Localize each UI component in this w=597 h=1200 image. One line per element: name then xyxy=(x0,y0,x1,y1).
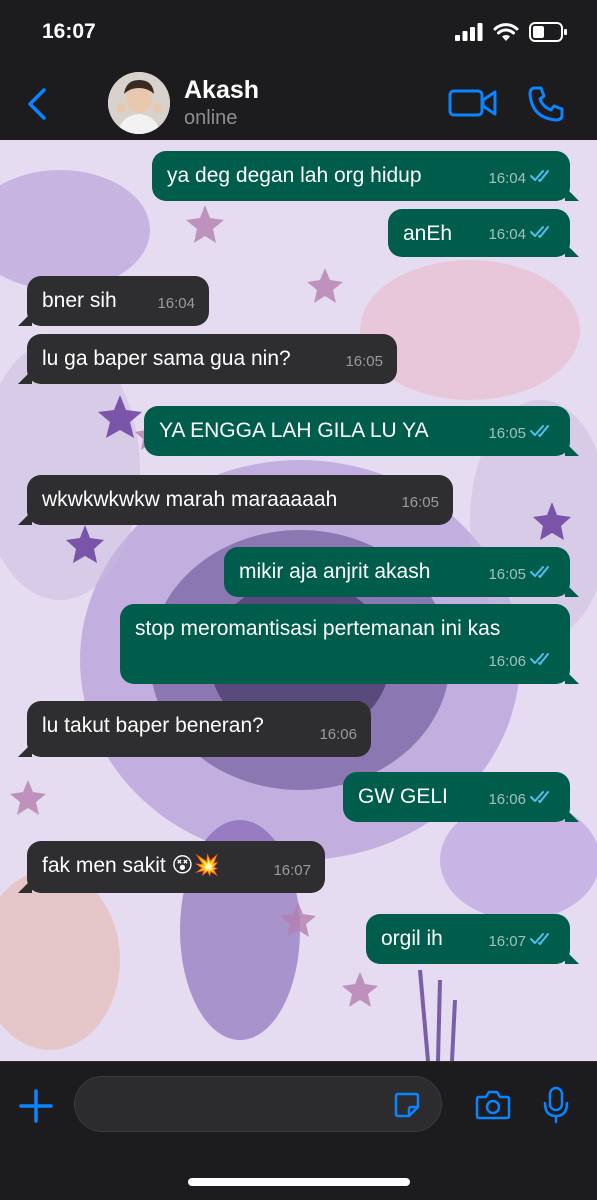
bubble-tail xyxy=(565,187,579,201)
message-time: 16:04 xyxy=(488,170,526,187)
avatar[interactable] xyxy=(108,72,170,134)
bubble-tail xyxy=(565,442,579,456)
bubble-tail xyxy=(565,950,579,964)
outgoing-message[interactable]: GW GELI 16:06 xyxy=(343,772,579,822)
message-text: lu ga baper sama gua nin? xyxy=(42,347,291,370)
chat-area[interactable]: ya deg degan lah org hidup 16:04 anEh 16:04… xyxy=(0,140,597,1061)
message-input[interactable] xyxy=(74,1076,442,1132)
message-text: bner sih xyxy=(42,289,117,312)
read-receipt-icon xyxy=(530,221,556,249)
message-meta: 16:05 xyxy=(401,489,439,517)
message-time: 16:06 xyxy=(488,791,526,808)
message-text: fak men sakit 😵💥 xyxy=(42,854,220,877)
bubble-tail xyxy=(565,670,579,684)
message-meta: 16:04 xyxy=(157,290,195,318)
plus-icon[interactable] xyxy=(18,1088,54,1124)
outgoing-message[interactable]: stop meromantisasi pertemanan ini kas 16:… xyxy=(120,604,579,684)
chat-header: Akash online xyxy=(0,70,597,140)
message-meta: 16:05 xyxy=(345,348,383,376)
message-time: 16:05 xyxy=(401,494,439,511)
status-bar: 16:07 xyxy=(0,0,597,70)
message-text: stop meromantisasi pertemanan ini kas xyxy=(135,617,501,640)
contact-name[interactable]: Akash xyxy=(184,76,259,105)
message-time: 16:07 xyxy=(488,933,526,950)
incoming-message[interactable]: wkwkwkwkw marah maraaaaah 16:05 xyxy=(18,475,453,525)
camera-icon[interactable] xyxy=(475,1090,511,1120)
bubble-tail xyxy=(18,879,32,893)
bubble-tail xyxy=(565,583,579,597)
sticker-icon[interactable] xyxy=(394,1092,420,1118)
message-text: lu takut baper beneran? xyxy=(42,714,264,737)
bubble-tail xyxy=(18,370,32,384)
message-time: 16:05 xyxy=(488,425,526,442)
message-meta: 16:05 xyxy=(488,561,556,589)
message-time: 16:04 xyxy=(157,295,195,312)
message-meta: 16:06 xyxy=(488,786,556,814)
message-text: YA ENGGA LAH GILA LU YA xyxy=(159,419,429,442)
outgoing-message[interactable]: orgil ih 16:07 xyxy=(366,914,579,964)
home-indicator xyxy=(188,1178,410,1186)
video-call-icon[interactable] xyxy=(448,86,498,120)
back-chevron-icon[interactable] xyxy=(22,86,52,122)
phone-icon[interactable] xyxy=(526,84,566,124)
contact-status: online xyxy=(184,107,238,129)
message-meta: 16:05 xyxy=(488,420,556,448)
input-bar xyxy=(0,1061,597,1200)
bubble-tail xyxy=(18,743,32,757)
read-receipt-icon xyxy=(530,648,556,676)
status-icons xyxy=(455,22,567,42)
read-receipt-icon xyxy=(530,420,556,448)
outgoing-message[interactable]: anEh 16:04 xyxy=(388,209,579,257)
message-text: GW GELI xyxy=(358,785,448,808)
read-receipt-icon xyxy=(530,786,556,814)
message-time: 16:06 xyxy=(319,726,357,743)
message-text: orgil ih xyxy=(381,927,443,950)
bubble-tail xyxy=(18,511,32,525)
bubble-tail xyxy=(565,243,579,257)
bubble-tail xyxy=(18,312,32,326)
bubble-tail xyxy=(565,808,579,822)
incoming-message[interactable]: bner sih 16:04 xyxy=(18,276,209,326)
message-text: wkwkwkwkw marah maraaaaah xyxy=(42,488,338,511)
message-meta: 16:04 xyxy=(488,221,556,249)
signal-icon xyxy=(455,23,483,41)
outgoing-message[interactable]: ya deg degan lah org hidup 16:04 xyxy=(152,151,579,201)
read-receipt-icon xyxy=(530,928,556,956)
read-receipt-icon xyxy=(530,561,556,589)
message-time: 16:04 xyxy=(488,226,526,243)
outgoing-message[interactable]: YA ENGGA LAH GILA LU YA 16:05 xyxy=(144,406,579,456)
wifi-icon xyxy=(493,22,519,41)
avatar-image xyxy=(108,72,170,134)
message-time: 16:05 xyxy=(488,566,526,583)
incoming-message[interactable]: lu takut baper beneran? 16:06 xyxy=(18,701,371,757)
message-meta: 16:06 xyxy=(488,648,556,676)
incoming-message[interactable]: lu ga baper sama gua nin? 16:05 xyxy=(18,334,397,384)
status-time: 16:07 xyxy=(42,20,96,43)
message-meta: 16:07 xyxy=(488,928,556,956)
microphone-icon[interactable] xyxy=(542,1086,570,1124)
message-meta: 16:04 xyxy=(488,165,556,193)
message-time: 16:07 xyxy=(273,862,311,879)
battery-icon xyxy=(529,22,567,42)
message-time: 16:05 xyxy=(345,353,383,370)
incoming-message[interactable]: fak men sakit 😵💥 16:07 xyxy=(18,841,325,893)
message-text: anEh xyxy=(403,222,453,245)
message-text: mikir aja anjrit akash xyxy=(239,560,431,583)
message-meta: 16:06 xyxy=(319,721,357,749)
message-time: 16:06 xyxy=(488,653,526,670)
message-meta: 16:07 xyxy=(273,857,311,885)
read-receipt-icon xyxy=(530,165,556,193)
message-text: ya deg degan lah org hidup xyxy=(167,164,422,187)
outgoing-message[interactable]: mikir aja anjrit akash 16:05 xyxy=(224,547,579,597)
